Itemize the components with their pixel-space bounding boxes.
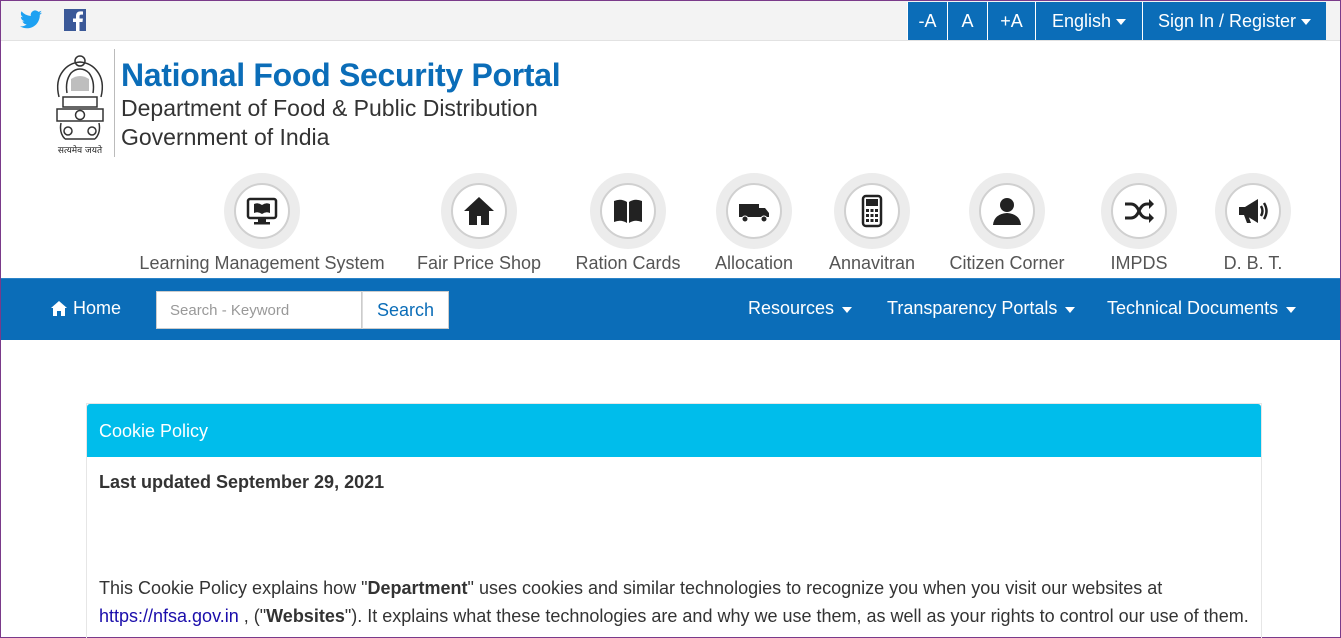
shuffle-icon bbox=[1125, 199, 1154, 223]
site-title[interactable]: National Food Security Portal bbox=[121, 57, 561, 94]
paragraph-text: " uses cookies and similar technologies … bbox=[467, 578, 1163, 598]
header-divider bbox=[114, 49, 115, 157]
national-emblem-logo[interactable]: सत्यमेव जयते bbox=[49, 53, 111, 157]
pos-machine-icon bbox=[861, 194, 883, 228]
quick-link-label: Citizen Corner bbox=[949, 253, 1065, 273]
search-button[interactable]: Search bbox=[362, 291, 449, 329]
chevron-down-icon bbox=[1116, 19, 1127, 25]
megaphone-icon bbox=[1239, 199, 1268, 223]
monitor-book-icon bbox=[246, 197, 278, 225]
chevron-down-icon bbox=[1286, 306, 1297, 313]
home-label: Home bbox=[73, 298, 122, 318]
book-icon bbox=[614, 199, 642, 223]
menu-label: Transparency Portals bbox=[887, 298, 1058, 318]
language-dropdown[interactable]: English bbox=[1035, 2, 1142, 40]
main-navbar: Home Search Resources Transparency Porta… bbox=[1, 278, 1340, 340]
quick-link-annavitran[interactable]: Annavitran bbox=[829, 173, 915, 273]
quick-link-impds[interactable]: IMPDS bbox=[1101, 173, 1177, 273]
paragraph-bold-text: Department bbox=[367, 578, 468, 598]
menu-resources[interactable]: Resources bbox=[748, 298, 853, 319]
facebook-icon[interactable] bbox=[63, 8, 87, 32]
menu-label: Technical Documents bbox=[1107, 298, 1279, 318]
cookie-policy-panel: Cookie Policy Last updated September 29,… bbox=[86, 403, 1262, 638]
top-bar: -A A +A English Sign In / Register bbox=[1, 1, 1340, 41]
quick-link-allocation[interactable]: Allocation bbox=[715, 173, 793, 273]
paragraph-bold-text: Websites bbox=[266, 606, 345, 626]
quick-link-ration-cards[interactable]: Ration Cards bbox=[575, 173, 681, 273]
quick-link-fair-price-shop[interactable]: Fair Price Shop bbox=[417, 173, 541, 273]
quick-link-lms[interactable]: Learning Management System bbox=[139, 173, 385, 273]
paragraph-text: This Cookie Policy explains how " bbox=[99, 578, 368, 598]
chevron-down-icon bbox=[1301, 19, 1312, 25]
panel-heading: Cookie Policy bbox=[87, 404, 1261, 457]
website-link[interactable]: https://nfsa.gov.in bbox=[99, 606, 239, 626]
search-input[interactable] bbox=[156, 291, 362, 329]
home-link[interactable]: Home bbox=[51, 298, 121, 319]
quick-link-label: D. B. T. bbox=[1223, 253, 1283, 273]
sign-in-label: Sign In / Register bbox=[1157, 10, 1297, 31]
department-name: Department of Food & Public Distribution bbox=[121, 95, 538, 121]
sign-in-dropdown[interactable]: Sign In / Register bbox=[1142, 2, 1326, 40]
home-icon bbox=[51, 301, 67, 316]
government-name: Government of India bbox=[121, 124, 330, 150]
quick-link-label: Annavitran bbox=[828, 253, 916, 273]
font-increase-button[interactable]: +A bbox=[987, 2, 1035, 40]
menu-transparency-portals[interactable]: Transparency Portals bbox=[887, 298, 1076, 319]
house-icon bbox=[464, 197, 494, 225]
svg-text:सत्यमेव जयते: सत्यमेव जयते bbox=[58, 144, 103, 156]
twitter-icon[interactable] bbox=[19, 8, 43, 32]
social-links bbox=[19, 8, 87, 32]
search-form: Search bbox=[156, 291, 449, 329]
chevron-down-icon bbox=[1065, 306, 1076, 313]
quick-link-label: Fair Price Shop bbox=[416, 253, 542, 273]
last-updated-text: Last updated September 29, 2021 bbox=[99, 472, 385, 492]
menu-label: Resources bbox=[748, 298, 835, 318]
quick-link-dbt[interactable]: D. B. T. bbox=[1215, 173, 1291, 273]
top-right-controls: -A A +A English Sign In / Register bbox=[907, 2, 1326, 40]
menu-technical-documents[interactable]: Technical Documents bbox=[1107, 298, 1297, 319]
font-normal-button[interactable]: A bbox=[947, 2, 987, 40]
policy-paragraph: This Cookie Policy explains how "Departm… bbox=[99, 574, 1249, 630]
quick-link-label: IMPDS bbox=[1110, 253, 1168, 273]
language-label: English bbox=[1051, 10, 1112, 31]
truck-icon bbox=[739, 204, 769, 223]
quick-link-citizen-corner[interactable]: Citizen Corner bbox=[949, 173, 1065, 273]
paragraph-text: , (" bbox=[238, 606, 267, 626]
quick-link-label: Learning Management System bbox=[139, 253, 385, 273]
quick-link-label: Allocation bbox=[714, 253, 794, 273]
user-icon bbox=[993, 198, 1021, 225]
font-decrease-button[interactable]: -A bbox=[907, 2, 947, 40]
paragraph-text: "). It explains what these technologies … bbox=[344, 606, 1249, 626]
chevron-down-icon bbox=[842, 306, 853, 313]
quick-link-label: Ration Cards bbox=[575, 253, 681, 273]
